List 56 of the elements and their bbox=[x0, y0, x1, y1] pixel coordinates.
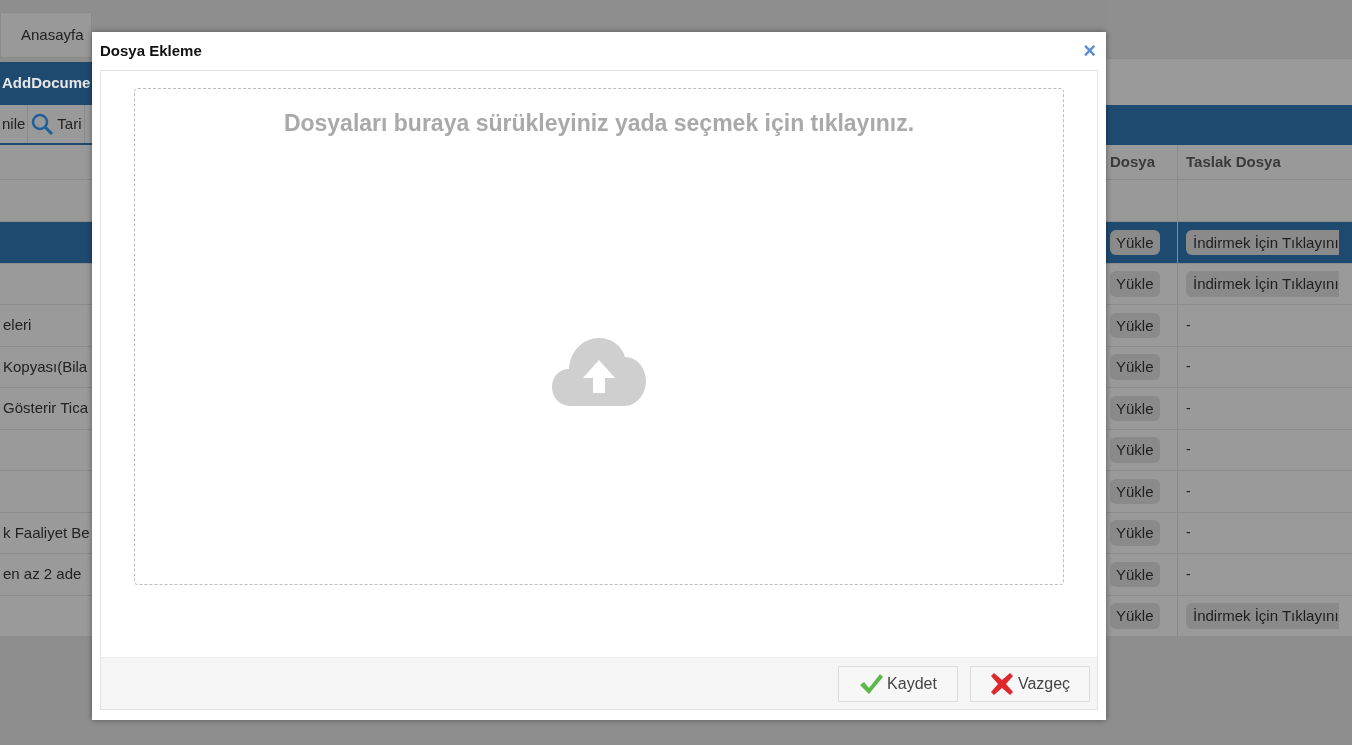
home-tab[interactable]: Anasayfa bbox=[0, 12, 92, 58]
table-cell-text: Kopyası(Bila bbox=[2, 356, 88, 377]
column-header: Dosya bbox=[1110, 151, 1156, 172]
table-cell-text: eleri bbox=[2, 315, 32, 335]
table-row[interactable]: eleri bbox=[0, 305, 92, 347]
download-button[interactable]: İndirmek İçin Tıklayını bbox=[1186, 229, 1339, 255]
save-button[interactable]: Kaydet bbox=[838, 665, 958, 702]
table-cell-text: - bbox=[1186, 357, 1191, 377]
column-header: Taslak Dosya bbox=[1186, 151, 1281, 172]
table-cell-text: - bbox=[1186, 523, 1191, 543]
upload-button[interactable]: Yükle bbox=[1110, 478, 1160, 504]
table-cell-text: Gösterir Tica bbox=[2, 398, 89, 418]
table-row[interactable]: Yükle - bbox=[1106, 346, 1352, 388]
table-row[interactable]: Yükle İndirmek İçin Tıklayını bbox=[1106, 263, 1352, 305]
table-row[interactable]: Yükle - bbox=[1106, 388, 1352, 430]
table-cell-text: - bbox=[1186, 481, 1191, 501]
upload-button[interactable]: Yükle bbox=[1110, 271, 1160, 297]
table-row[interactable]: en az 2 ade bbox=[0, 554, 92, 596]
download-button[interactable]: İndirmek İçin Tıklayını bbox=[1186, 603, 1339, 629]
table-row[interactable]: Kopyası(Bila bbox=[0, 346, 92, 388]
table-cell-text: - bbox=[1186, 315, 1191, 335]
close-button[interactable]: × bbox=[1081, 40, 1098, 62]
table-row[interactable]: Yükle İndirmek İçin Tıklayını bbox=[1106, 222, 1352, 264]
upload-button[interactable]: Yükle bbox=[1110, 354, 1160, 380]
check-icon bbox=[859, 672, 884, 695]
search-icon bbox=[30, 112, 55, 136]
cancel-button[interactable]: Vazgeç bbox=[970, 665, 1090, 702]
table-row[interactable]: Yükle - bbox=[1106, 512, 1352, 554]
dialog-title: Dosya Ekleme bbox=[100, 40, 202, 61]
table-row[interactable] bbox=[0, 222, 92, 264]
panel-title: AddDocume bbox=[0, 62, 92, 105]
table-row[interactable]: Yükle - bbox=[1106, 554, 1352, 596]
upload-button[interactable]: Yükle bbox=[1110, 561, 1160, 587]
upload-button[interactable]: Yükle bbox=[1110, 229, 1160, 255]
table-row[interactable]: Yükle İndirmek İçin Tıklayını bbox=[1106, 595, 1352, 637]
toolbar-button[interactable]: Tari bbox=[28, 105, 85, 143]
upload-button[interactable]: Yükle bbox=[1110, 312, 1160, 338]
close-icon bbox=[989, 671, 1014, 696]
table-cell-text: - bbox=[1186, 564, 1191, 584]
upload-button[interactable]: Yükle bbox=[1110, 520, 1160, 546]
table-cell-text: - bbox=[1186, 398, 1191, 418]
table-row[interactable]: Yükle - bbox=[1106, 429, 1352, 471]
table-row[interactable]: Gösterir Tica bbox=[0, 388, 92, 430]
download-button[interactable]: İndirmek İçin Tıklayını bbox=[1186, 271, 1339, 297]
upload-button[interactable]: Yükle bbox=[1110, 395, 1160, 421]
table-cell-text: - bbox=[1186, 440, 1191, 460]
table-row[interactable]: Yükle - bbox=[1106, 305, 1352, 347]
upload-button[interactable]: Yükle bbox=[1110, 603, 1160, 629]
upload-button[interactable]: Yükle bbox=[1110, 437, 1160, 463]
table-cell-text: k Faaliyet Be bbox=[2, 522, 90, 543]
drop-zone-message: Dosyaları buraya sürükleyiniz yada seçmek için tıklayınız. bbox=[283, 109, 915, 138]
table-row[interactable]: Yükle - bbox=[1106, 471, 1352, 513]
toolbar-button[interactable]: nile bbox=[0, 105, 29, 143]
table-cell-text: en az 2 ade bbox=[2, 564, 82, 584]
cloud-upload-icon bbox=[552, 335, 646, 408]
table-row[interactable]: k Faaliyet Be bbox=[0, 512, 92, 554]
